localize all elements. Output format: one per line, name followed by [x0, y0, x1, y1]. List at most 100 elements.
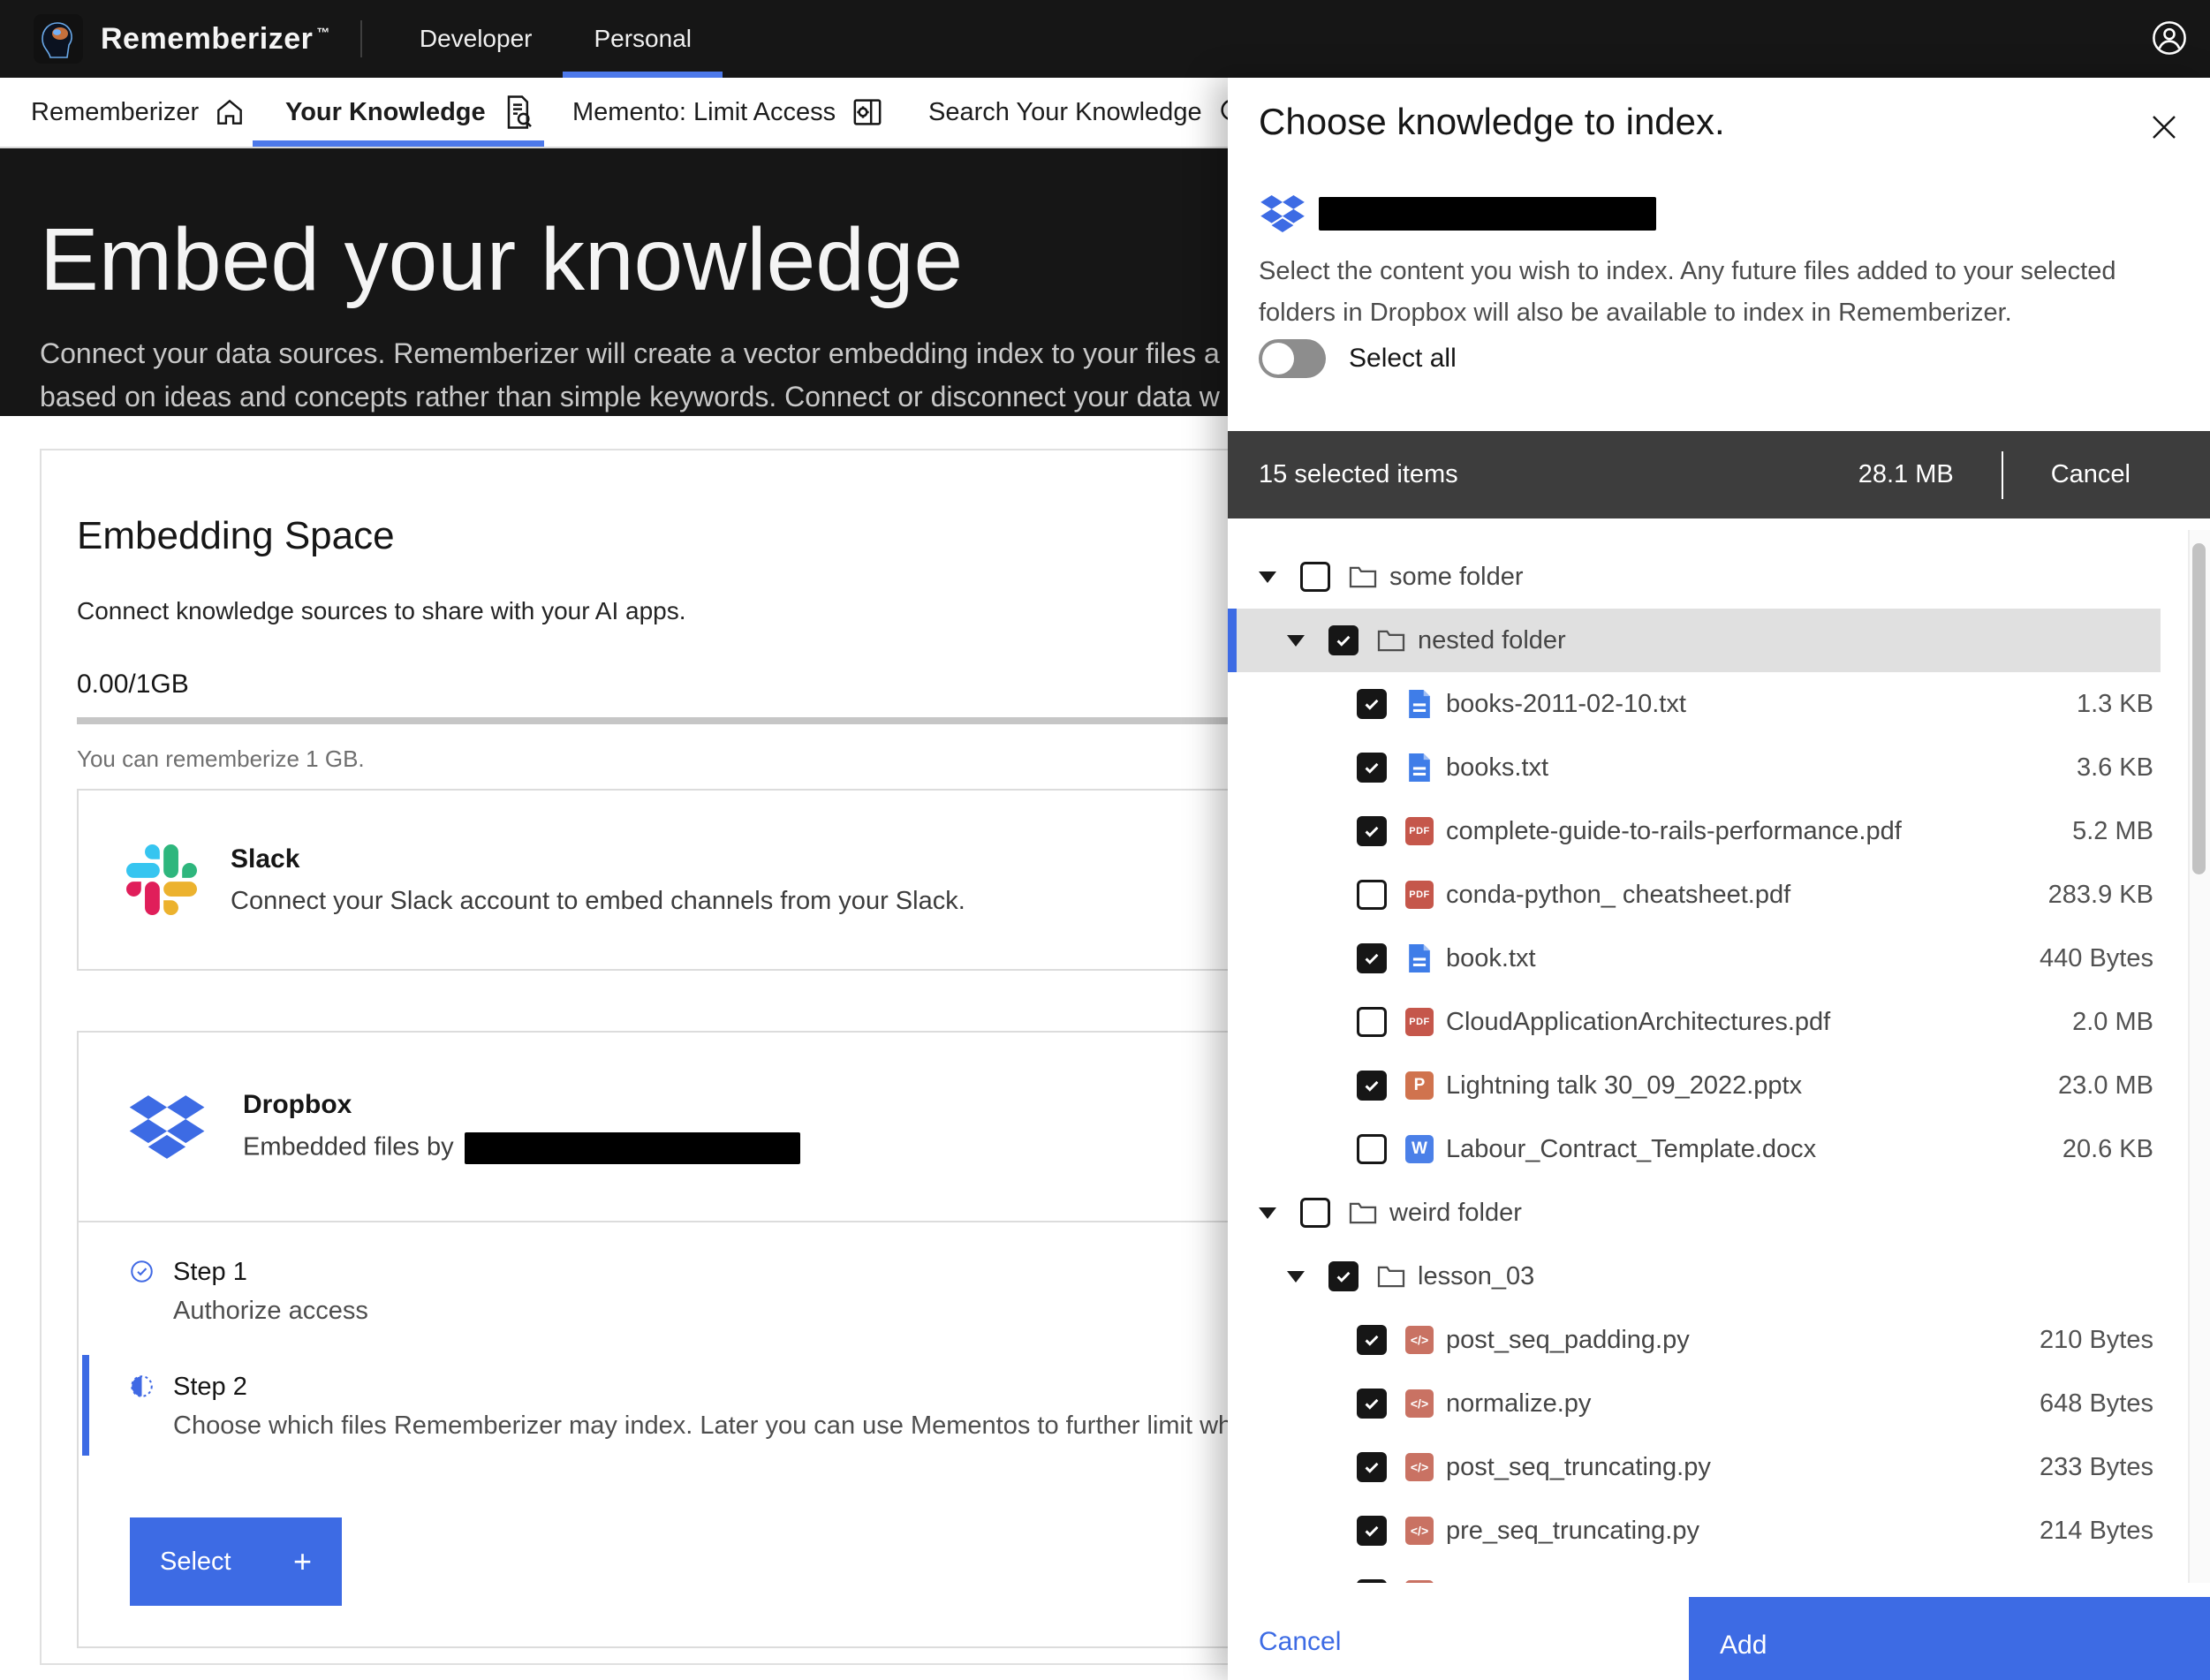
file-size: 440 Bytes	[2040, 944, 2153, 973]
file-size: 5.2 MB	[2072, 817, 2153, 846]
account-icon[interactable]	[2150, 19, 2189, 57]
checkbox[interactable]	[1357, 1007, 1387, 1037]
file-row[interactable]: PDFCloudApplicationArchitectures.pdf2.0 …	[1228, 990, 2161, 1054]
code-file-icon: </>	[1405, 1517, 1434, 1545]
select-all-toggle[interactable]	[1259, 339, 1326, 378]
step-complete-icon	[130, 1260, 154, 1283]
folder-row[interactable]: lesson_03	[1228, 1245, 2161, 1308]
drawer-title: Choose knowledge to index.	[1259, 101, 1725, 143]
checkbox[interactable]	[1328, 1261, 1359, 1291]
subnav-item-memento[interactable]: Memento: Limit Access	[572, 78, 885, 147]
code-file-icon: </>	[1405, 1389, 1434, 1418]
subnav-item-search[interactable]: Search Your Knowledge	[928, 78, 1252, 147]
slack-description: Connect your Slack account to embed chan…	[231, 887, 965, 916]
checkbox[interactable]	[1357, 1452, 1387, 1482]
subnav-item-rememberizer[interactable]: Rememberizer	[31, 78, 246, 147]
top-tabs: Developer Personal	[389, 0, 723, 78]
select-button-label: Select	[160, 1548, 231, 1577]
tab-developer[interactable]: Developer	[389, 0, 564, 78]
checkbox[interactable]	[1357, 943, 1387, 973]
text-file-icon	[1408, 690, 1431, 718]
checkbox[interactable]	[1357, 1071, 1387, 1101]
pdf-file-icon: PDF	[1405, 1008, 1434, 1036]
file-row[interactable]: PDFcomplete-guide-to-rails-performance.p…	[1228, 799, 2161, 863]
checkbox[interactable]	[1357, 880, 1387, 910]
file-row[interactable]: books-2011-02-10.txt1.3 KB	[1228, 672, 2161, 736]
file-row[interactable]: </>post_seq_truncating.py233 Bytes	[1228, 1435, 2161, 1499]
file-row[interactable]: </>post_seq_padding.py210 Bytes	[1228, 1308, 2161, 1372]
dropbox-icon	[1259, 193, 1306, 235]
checkbox[interactable]	[1357, 689, 1387, 719]
rememberizer-logo	[34, 14, 83, 64]
file-row[interactable]: WLabour_Contract_Template.docx20.6 KB	[1228, 1117, 2161, 1181]
file-row[interactable]: </> normalize.py 648 Bytes	[1228, 1372, 2161, 1435]
trademark: ™	[316, 26, 330, 41]
select-files-button[interactable]: Select +	[130, 1517, 342, 1606]
subnav-label: Memento: Limit Access	[572, 98, 836, 127]
provider-row	[1259, 193, 1656, 235]
step-2-label: Step 2	[173, 1371, 1267, 1403]
checkbox[interactable]	[1357, 1325, 1387, 1355]
tab-personal[interactable]: Personal	[563, 0, 723, 78]
checkbox[interactable]	[1357, 1389, 1387, 1419]
subnav-label: Search Your Knowledge	[928, 98, 1202, 127]
folder-row[interactable]: some folder	[1228, 545, 2161, 609]
checkbox[interactable]	[1328, 625, 1359, 655]
drawer-cancel-button[interactable]: Cancel	[1259, 1627, 1341, 1657]
file-row[interactable]: book.txt440 Bytes	[1228, 927, 2161, 990]
caret-down-icon[interactable]	[1259, 571, 1276, 583]
file-size: 210 Bytes	[2040, 1326, 2153, 1355]
code-file-icon: </>	[1405, 1453, 1434, 1481]
folder-row[interactable]: nested folder	[1228, 609, 2161, 672]
folder-icon	[1349, 565, 1377, 589]
file-size: 283.9 KB	[2048, 881, 2153, 910]
pdf-file-icon: PDF	[1405, 881, 1434, 909]
caret-down-icon[interactable]	[1259, 1207, 1276, 1219]
file-size: 3.6 KB	[2077, 753, 2153, 783]
file-row[interactable]: books.txt3.6 KB	[1228, 736, 2161, 799]
check-icon	[1362, 1394, 1381, 1413]
choose-knowledge-drawer: Choose knowledge to index. Select the co…	[1228, 78, 2210, 1680]
top-navbar: Rememberizer™ Developer Personal	[0, 0, 2210, 78]
scrollbar-thumb[interactable]	[2192, 543, 2206, 874]
close-icon[interactable]	[2148, 111, 2180, 143]
subnav-label: Your Knowledge	[285, 98, 486, 127]
file-name: post_seq_truncating.py	[1446, 1453, 1711, 1482]
checkbox[interactable]	[1357, 1516, 1387, 1546]
file-row[interactable]: </>	[1228, 1563, 2161, 1583]
caret-down-icon[interactable]	[1287, 1271, 1305, 1283]
caret-down-icon[interactable]	[1287, 635, 1305, 647]
check-icon	[1334, 631, 1353, 650]
selection-cancel-button[interactable]: Cancel	[2051, 460, 2131, 489]
check-icon	[1362, 949, 1381, 968]
dropbox-description: Embedded files by	[243, 1132, 800, 1164]
slack-icon	[126, 844, 197, 915]
file-name: normalize.py	[1446, 1389, 1591, 1419]
subnav-label: Rememberizer	[31, 98, 199, 127]
subnav-item-your-knowledge[interactable]: Your Knowledge	[285, 78, 535, 147]
add-button[interactable]: Add	[1689, 1597, 2210, 1680]
check-icon	[1362, 1330, 1381, 1350]
file-row[interactable]: PDFconda-python_ cheatsheet.pdf283.9 KB	[1228, 863, 2161, 927]
check-icon	[1362, 821, 1381, 841]
check-icon	[1362, 1457, 1381, 1477]
folder-name: nested folder	[1418, 626, 1566, 655]
checkbox[interactable]	[1300, 562, 1330, 592]
folder-name: weird folder	[1389, 1199, 1522, 1228]
step-in-progress-icon	[130, 1374, 154, 1398]
checkbox[interactable]	[1300, 1198, 1330, 1228]
file-size: 214 Bytes	[2040, 1517, 2153, 1546]
file-row[interactable]: PLightning talk 30_09_2022.pptx23.0 MB	[1228, 1054, 2161, 1117]
dropbox-title: Dropbox	[243, 1090, 800, 1120]
pptx-file-icon: P	[1405, 1071, 1434, 1100]
checkbox[interactable]	[1357, 753, 1387, 783]
active-tab-underline	[253, 140, 544, 147]
home-icon	[213, 95, 246, 129]
check-icon	[1362, 1521, 1381, 1540]
file-size: 648 Bytes	[2040, 1389, 2153, 1419]
checkbox[interactable]	[1357, 1134, 1387, 1164]
file-row[interactable]: </>pre_seq_truncating.py214 Bytes	[1228, 1499, 2161, 1563]
toggle-knob	[1262, 343, 1294, 375]
folder-row[interactable]: weird folder	[1228, 1181, 2161, 1245]
checkbox[interactable]	[1357, 816, 1387, 846]
